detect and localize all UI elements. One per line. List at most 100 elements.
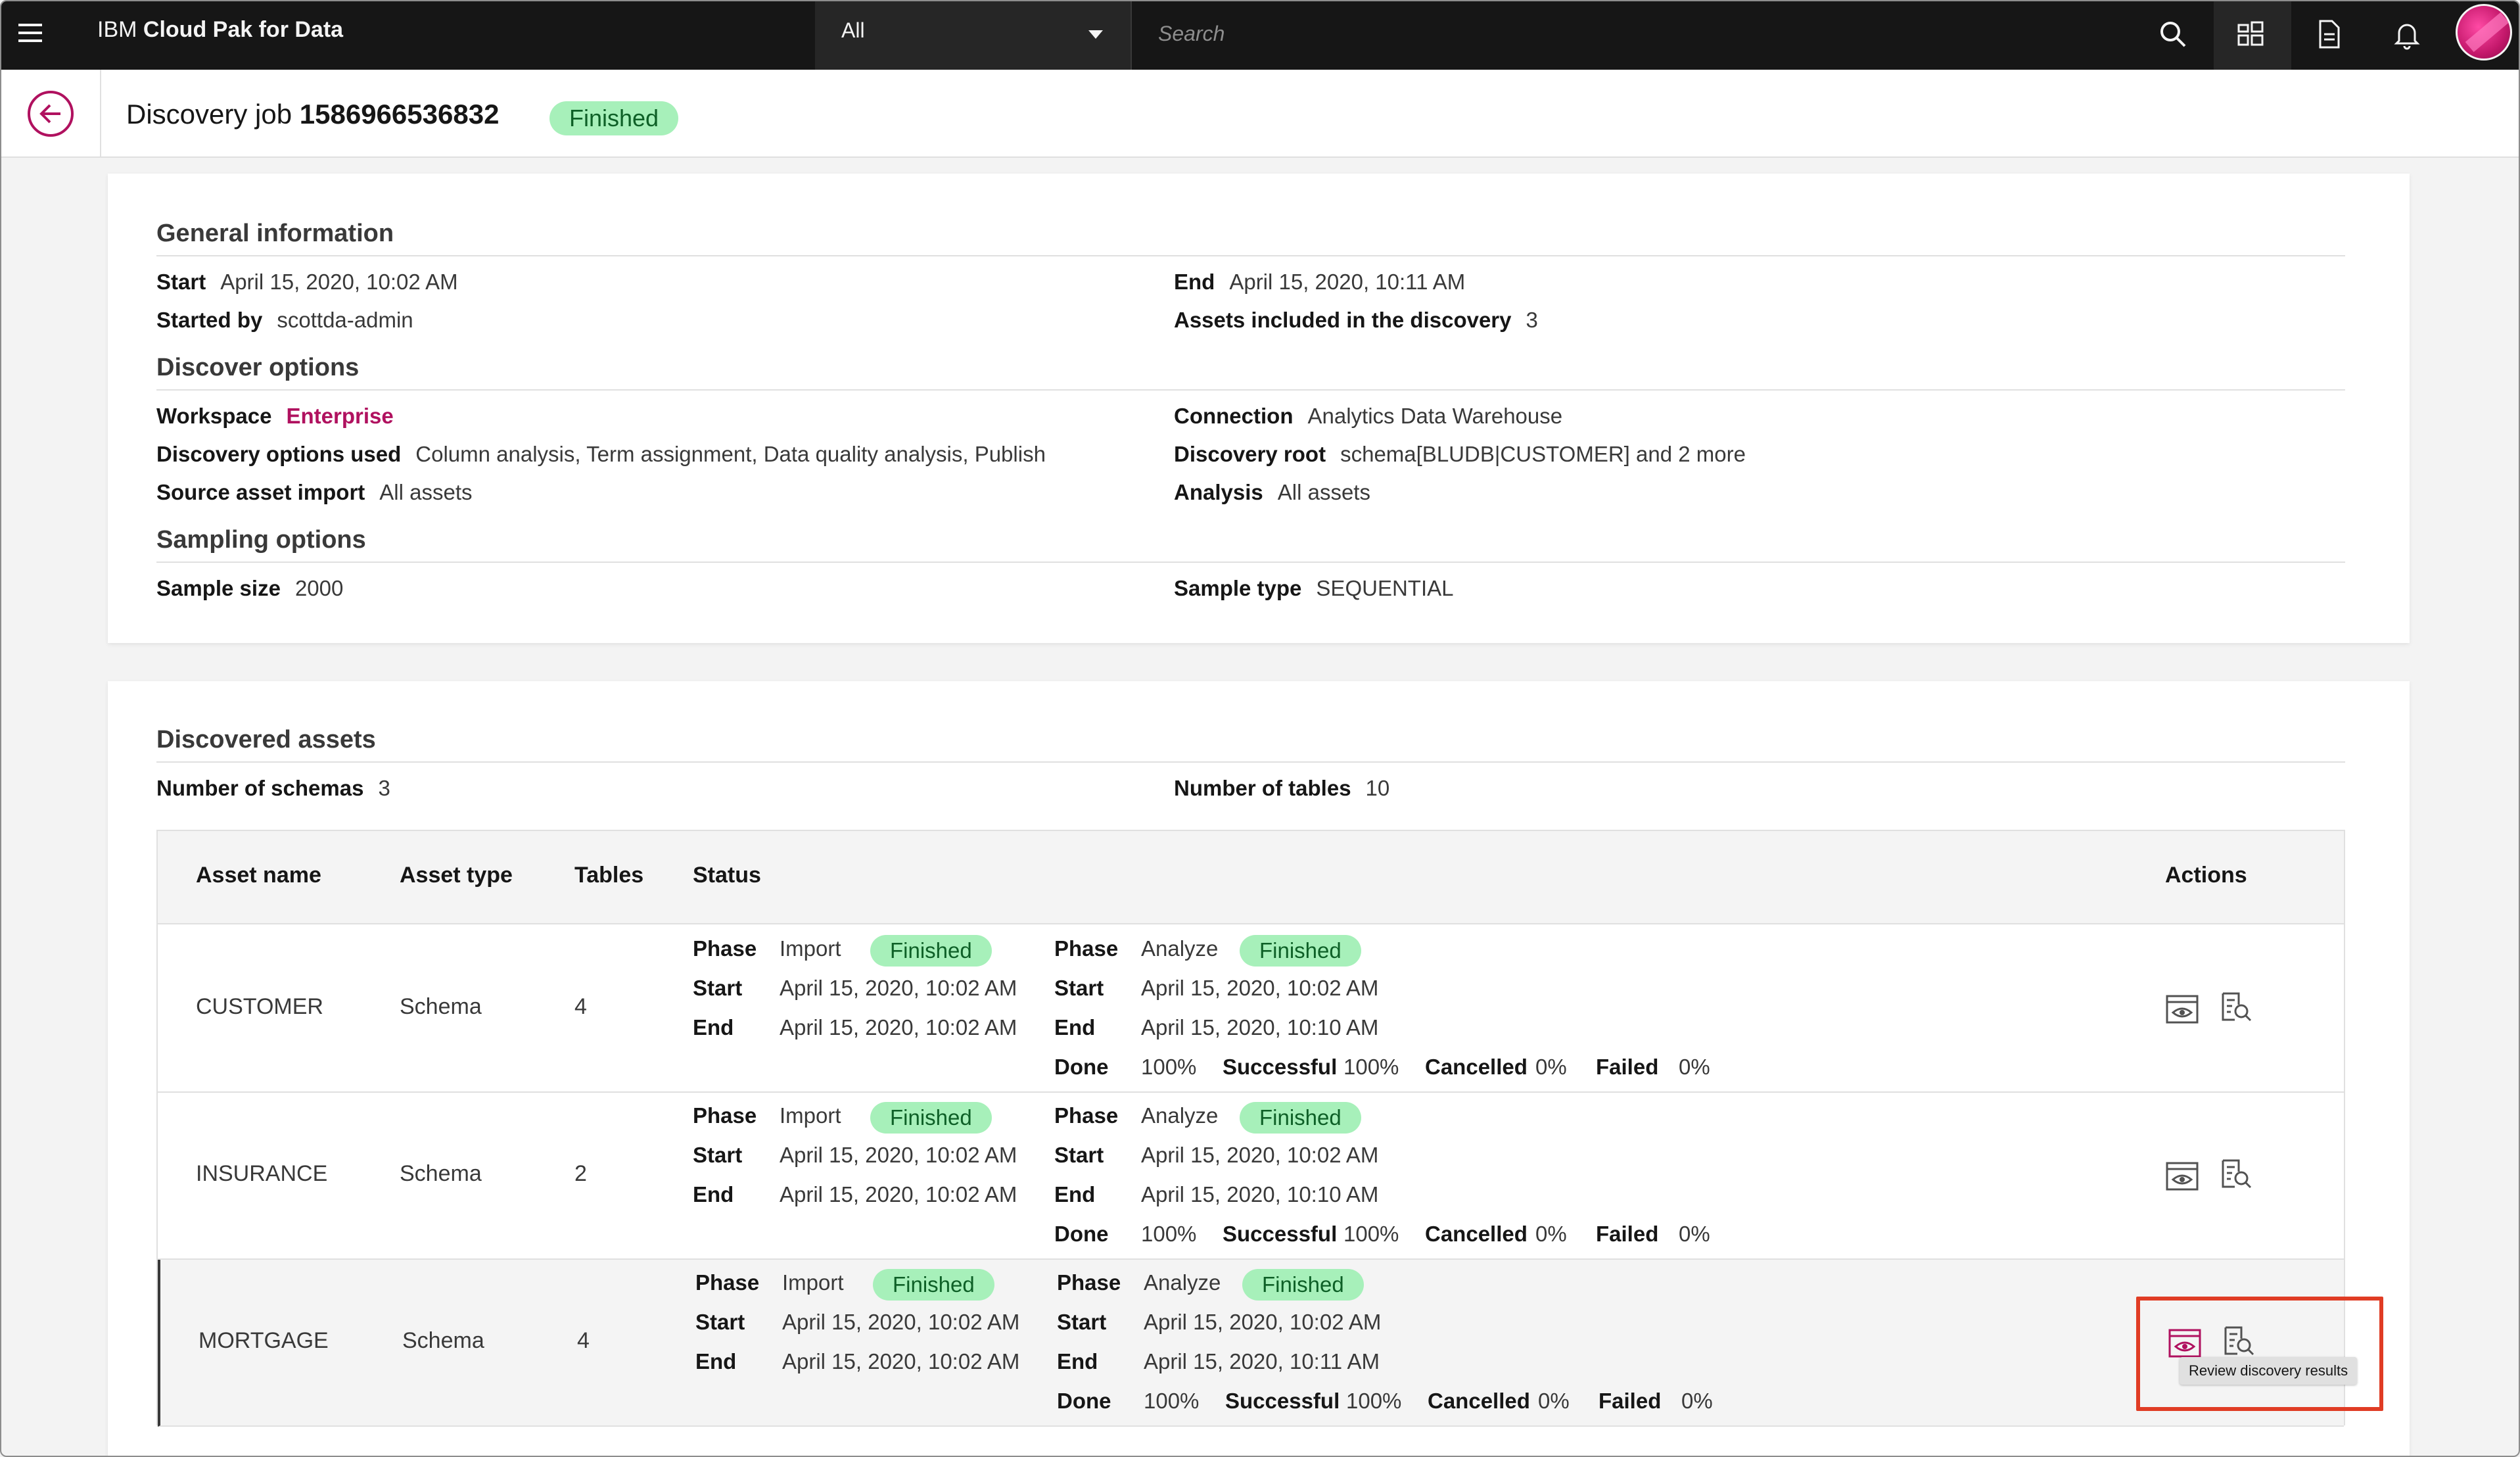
sampling-options-title: Sampling options	[156, 526, 366, 554]
notification-bell-icon[interactable]	[2391, 18, 2423, 50]
import-end-value: April 15, 2020, 10:02 AM	[780, 1015, 1017, 1039]
view-eye-icon[interactable]	[2165, 1161, 2199, 1191]
done-value: 100%	[1141, 1055, 1197, 1079]
start-label: Start	[1054, 976, 1104, 1000]
field-label: Number of tables	[1174, 776, 1351, 800]
table-row[interactable]: CUSTOMER Schema 4 Phase Import Finished …	[158, 926, 2344, 1093]
phase-value: Analyze	[1141, 936, 1219, 961]
header-divider	[100, 70, 101, 158]
chevron-down-icon	[1088, 30, 1103, 39]
page-title-prefix: Discovery job	[126, 99, 300, 130]
field-label: Connection	[1174, 404, 1294, 428]
product-name[interactable]: IBM Cloud Pak for Data	[97, 17, 343, 43]
phase-label: Phase	[693, 1103, 757, 1128]
phase-label: Phase	[693, 936, 757, 961]
sample-type-field: Sample type SEQUENTIAL	[1174, 576, 1453, 601]
search-input[interactable]	[1158, 17, 2078, 50]
search-icon[interactable]	[2157, 18, 2189, 50]
successful-label: Successful	[1225, 1389, 1340, 1413]
section-divider	[156, 389, 2345, 391]
end-field: End April 15, 2020, 10:11 AM	[1174, 270, 1465, 295]
workspace-link[interactable]: Enterprise	[286, 404, 393, 428]
column-header-status[interactable]: Status	[693, 863, 761, 888]
tables-count-cell: 4	[574, 994, 587, 1019]
back-button[interactable]	[28, 91, 74, 137]
review-results-icon[interactable]	[2219, 1158, 2253, 1189]
cancelled-label: Cancelled	[1425, 1222, 1528, 1246]
view-eye-icon[interactable]	[2165, 994, 2199, 1024]
catalog-icon[interactable]	[2235, 18, 2266, 50]
failed-value: 0%	[1679, 1222, 1710, 1246]
tables-count-cell: 4	[577, 1328, 590, 1353]
end-label: End	[693, 1182, 734, 1206]
discover-options-title: Discover options	[156, 354, 360, 381]
successful-value: 100%	[1343, 1055, 1399, 1079]
phase-value: Import	[780, 1103, 841, 1128]
workspace-field: Workspace Enterprise	[156, 404, 394, 429]
field-label: Sample size	[156, 576, 281, 600]
discovered-assets-card: Discovered assets Number of schemas 3 Num…	[108, 681, 2410, 1456]
import-start-value: April 15, 2020, 10:02 AM	[780, 976, 1017, 1000]
user-avatar[interactable]	[2456, 4, 2512, 60]
start-label: Start	[1057, 1310, 1107, 1334]
asset-name-cell: INSURANCE	[196, 1161, 328, 1186]
field-label: Discovery root	[1174, 442, 1326, 466]
analyze-start-value: April 15, 2020, 10:02 AM	[1141, 976, 1379, 1000]
column-header-asset-name[interactable]: Asset name	[196, 863, 321, 888]
field-value: scottda-admin	[277, 308, 413, 332]
asset-type-cell: Schema	[402, 1328, 484, 1353]
field-label: Discovery options used	[156, 442, 402, 466]
end-label: End	[1054, 1015, 1096, 1039]
column-header-asset-type[interactable]: Asset type	[400, 863, 513, 888]
start-label: Start	[695, 1310, 745, 1334]
scope-dropdown[interactable]: All	[815, 1, 1131, 70]
column-header-actions: Actions	[2165, 863, 2247, 888]
import-start-value: April 15, 2020, 10:02 AM	[780, 1143, 1017, 1167]
start-label: Start	[693, 976, 743, 1000]
field-value: 10	[1365, 776, 1390, 800]
failed-label: Failed	[1598, 1389, 1662, 1413]
import-status-badge: Finished	[870, 935, 992, 967]
discovery-root-field: Discovery root schema[BLUDB|CUSTOMER] and…	[1174, 442, 1746, 467]
successful-value: 100%	[1346, 1389, 1402, 1413]
failed-value: 0%	[1679, 1055, 1710, 1079]
hamburger-menu-icon[interactable]	[16, 18, 45, 47]
failed-label: Failed	[1596, 1222, 1659, 1246]
document-icon[interactable]	[2314, 18, 2345, 50]
successful-label: Successful	[1223, 1222, 1338, 1246]
done-value: 100%	[1144, 1389, 1200, 1413]
review-results-icon[interactable]	[2219, 991, 2253, 1022]
field-label: End	[1174, 270, 1215, 294]
end-label: End	[1054, 1182, 1096, 1206]
field-label: Assets included in the discovery	[1174, 308, 1512, 332]
phase-label: Phase	[695, 1270, 760, 1295]
phase-value: Import	[780, 936, 841, 961]
table-row[interactable]: INSURANCE Schema 2 Phase Import Finished…	[158, 1093, 2344, 1260]
end-label: End	[1057, 1349, 1098, 1373]
cancelled-value: 0%	[1538, 1389, 1570, 1413]
field-label: Start	[156, 270, 206, 294]
job-id: 1586966536832	[299, 99, 500, 130]
analyze-end-value: April 15, 2020, 10:11 AM	[1144, 1349, 1380, 1373]
section-divider	[156, 255, 2345, 256]
column-header-tables[interactable]: Tables	[574, 863, 643, 888]
cancelled-value: 0%	[1535, 1055, 1567, 1079]
field-value: 2000	[294, 576, 344, 600]
import-start-value: April 15, 2020, 10:02 AM	[782, 1310, 1020, 1334]
asset-name-cell: CUSTOMER	[196, 994, 323, 1019]
analyze-start-value: April 15, 2020, 10:02 AM	[1144, 1310, 1382, 1334]
analyze-status-badge: Finished	[1240, 935, 1361, 967]
brand-name: Cloud Pak for Data	[143, 17, 344, 42]
start-label: Start	[693, 1143, 743, 1167]
done-label: Done	[1054, 1055, 1109, 1079]
phase-value: Analyze	[1141, 1103, 1219, 1128]
assets-included-field: Assets included in the discovery 3	[1174, 308, 1538, 333]
phase-label: Phase	[1054, 1103, 1119, 1128]
table-row[interactable]: MORTGAGE Schema 4 Phase Import Finished …	[158, 1260, 2344, 1427]
field-value: SEQUENTIAL	[1316, 576, 1454, 600]
connection-field: Connection Analytics Data Warehouse	[1174, 404, 1562, 429]
top-navigation-bar: IBM Cloud Pak for Data All	[1, 1, 2519, 70]
number-of-schemas-field: Number of schemas 3	[156, 776, 390, 801]
analyze-end-value: April 15, 2020, 10:10 AM	[1141, 1182, 1379, 1206]
field-value: All assets	[379, 480, 473, 504]
